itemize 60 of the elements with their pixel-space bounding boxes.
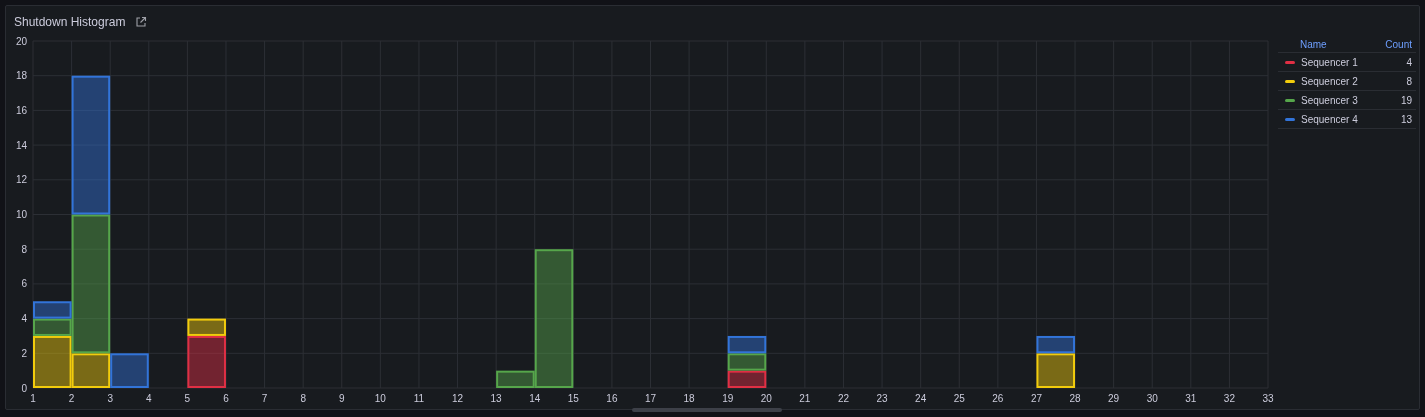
legend-series-name[interactable]: Sequencer 1 — [1301, 56, 1407, 68]
x-tick-label: 33 — [1262, 393, 1274, 404]
x-tick-label: 17 — [644, 393, 657, 404]
x-tick-label: 26 — [992, 393, 1004, 404]
x-tick-label: 23 — [876, 393, 888, 404]
y-tick-label: 12 — [15, 174, 27, 186]
x-tick-label: 4 — [146, 393, 152, 404]
y-tick-label: 8 — [21, 243, 27, 255]
x-tick-label: 5 — [184, 393, 191, 404]
x-tick-label: 21 — [799, 393, 811, 404]
legend-column-header[interactable]: Count — [1385, 38, 1412, 50]
external-link-icon[interactable] — [135, 16, 148, 28]
y-tick-label: 10 — [15, 209, 27, 220]
x-tick-label: 1 — [30, 393, 36, 404]
x-tick-label: 11 — [413, 393, 425, 404]
panel-title: Shutdown Histogram — [14, 15, 126, 29]
x-tick-label: 8 — [300, 393, 306, 404]
legend-series-name[interactable]: Sequencer 4 — [1301, 113, 1401, 125]
x-tick-label: 10 — [374, 393, 386, 404]
x-tick-label: 32 — [1223, 393, 1235, 404]
x-tick-label: 22 — [837, 393, 850, 404]
histogram-bar — [727, 370, 767, 388]
x-tick-label: 15 — [567, 393, 579, 404]
legend-series-name[interactable]: Sequencer 3 — [1301, 94, 1401, 106]
x-tick-label: 28 — [1069, 393, 1081, 404]
y-tick-label: 14 — [15, 139, 27, 151]
x-tick-label: 25 — [953, 393, 965, 404]
legend-count: 19 — [1400, 94, 1412, 106]
x-tick-label: 20 — [760, 393, 772, 404]
x-tick-label: 27 — [1030, 393, 1042, 404]
legend-count: 13 — [1400, 113, 1412, 125]
histogram-bar — [727, 335, 767, 354]
x-tick-label: 24 — [915, 393, 927, 404]
x-tick-label: 12 — [451, 393, 464, 404]
x-tick-label: 30 — [1146, 393, 1158, 404]
y-tick-label: 0 — [21, 382, 27, 394]
y-tick-label: 18 — [15, 70, 27, 82]
x-tick-label: 31 — [1185, 393, 1197, 404]
y-tick-label: 20 — [15, 35, 27, 47]
legend-series-name[interactable]: Sequencer 2 — [1301, 75, 1407, 87]
resize-handle[interactable] — [632, 408, 782, 412]
x-tick-label: 3 — [107, 393, 113, 404]
x-tick-label: 18 — [683, 393, 695, 404]
histogram-bar — [727, 353, 767, 371]
y-tick-label: 2 — [21, 347, 27, 359]
x-tick-label: 9 — [338, 393, 345, 404]
x-tick-label: 2 — [68, 393, 75, 404]
legend-count: 8 — [1406, 75, 1412, 87]
y-tick-label: 6 — [21, 278, 27, 290]
x-tick-label: 14 — [529, 393, 541, 404]
y-tick-label: 16 — [15, 104, 27, 116]
legend-count: 4 — [1406, 56, 1412, 68]
y-tick-label: 4 — [21, 313, 27, 325]
x-tick-label: 6 — [223, 393, 229, 404]
legend-column-header[interactable]: Name — [1282, 38, 1386, 50]
x-tick-label: 29 — [1108, 393, 1120, 404]
x-tick-label: 7 — [261, 393, 268, 404]
x-tick-label: 19 — [722, 393, 734, 404]
x-tick-label: 13 — [490, 393, 502, 404]
x-tick-label: 16 — [606, 393, 618, 404]
